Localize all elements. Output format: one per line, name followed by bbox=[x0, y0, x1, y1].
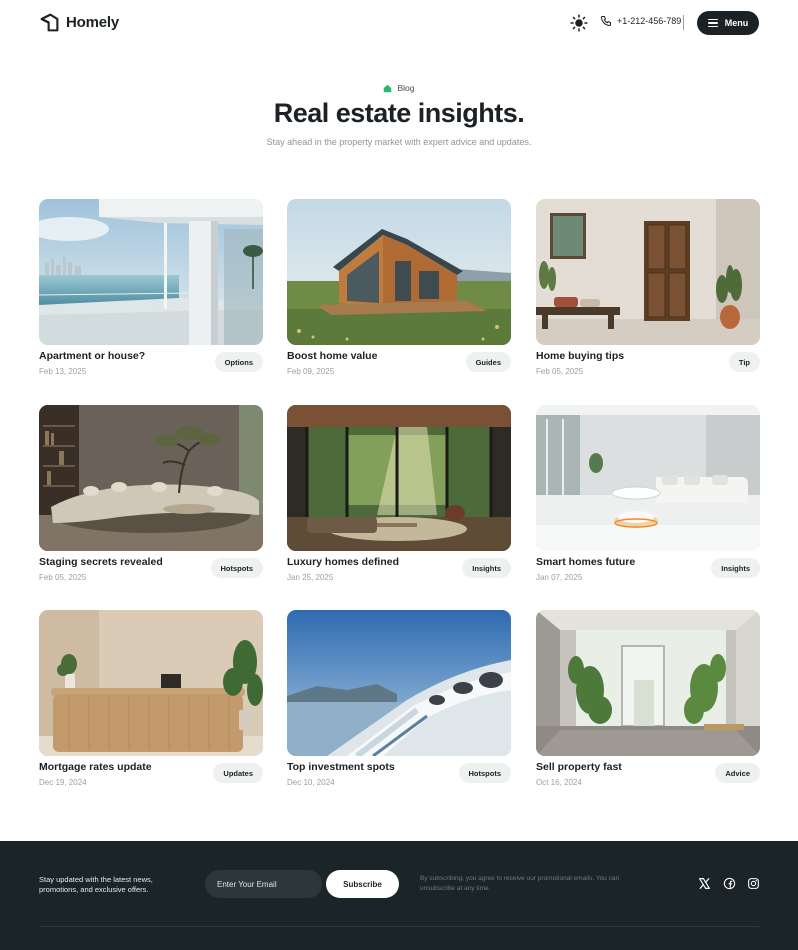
subscribe-note: By subscribing, you agree to receive our… bbox=[420, 875, 620, 892]
brand-logo[interactable]: Homely bbox=[39, 12, 119, 33]
card-title[interactable]: Mortgage rates update bbox=[39, 761, 152, 773]
card-title[interactable]: Sell property fast bbox=[536, 761, 622, 773]
blog-card[interactable]: Sell property fast Oct 16, 2024 Advice bbox=[536, 610, 760, 790]
blog-card[interactable]: Top investment spots Dec 10, 2024 Hotspo… bbox=[287, 610, 511, 790]
site-header: Homely +1-212-456-789 Menu bbox=[0, 0, 798, 46]
instagram-icon[interactable] bbox=[747, 877, 760, 890]
section-eyebrow: Blog bbox=[0, 83, 798, 93]
x-icon[interactable] bbox=[698, 877, 711, 890]
blog-card[interactable]: Smart homes future Jan 07, 2025 Insights bbox=[536, 405, 760, 585]
footer-divider bbox=[39, 926, 759, 927]
eyebrow-label: Blog bbox=[397, 83, 415, 93]
menu-button[interactable]: Menu bbox=[697, 11, 759, 35]
card-title[interactable]: Boost home value bbox=[287, 350, 377, 362]
blog-card[interactable]: Luxury homes defined Jan 25, 2025 Insigh… bbox=[287, 405, 511, 585]
card-tag[interactable]: Updates bbox=[213, 763, 263, 783]
card-tag[interactable]: Hotspots bbox=[458, 763, 511, 783]
card-tag[interactable]: Hotspots bbox=[210, 558, 263, 578]
card-tag[interactable]: Advice bbox=[715, 763, 760, 783]
blog-card[interactable]: Boost home value Feb 09, 2025 Guides bbox=[287, 199, 511, 379]
card-title[interactable]: Home buying tips bbox=[536, 350, 624, 362]
card-date: Jan 25, 2025 bbox=[287, 573, 334, 582]
site-footer: Stay updated with the latest news, promo… bbox=[0, 841, 798, 950]
card-image-living-room[interactable] bbox=[39, 405, 263, 551]
card-title[interactable]: Apartment or house? bbox=[39, 350, 145, 362]
card-image-entryway[interactable] bbox=[536, 199, 760, 345]
card-date: Oct 16, 2024 bbox=[536, 778, 582, 787]
card-title[interactable]: Smart homes future bbox=[536, 556, 635, 568]
blog-card[interactable]: Apartment or house? Feb 13, 2025 Options bbox=[39, 199, 263, 379]
card-tag[interactable]: Insights bbox=[462, 558, 511, 578]
email-input[interactable] bbox=[205, 870, 322, 898]
blog-card[interactable]: Staging secrets revealed Feb 05, 2025 Ho… bbox=[39, 405, 263, 585]
card-date: Feb 05, 2025 bbox=[536, 367, 584, 376]
card-title[interactable]: Luxury homes defined bbox=[287, 556, 399, 568]
house-logo-icon bbox=[40, 13, 59, 32]
card-image-smart-home[interactable] bbox=[536, 405, 760, 551]
blog-card[interactable]: Mortgage rates update Dec 19, 2024 Updat… bbox=[39, 610, 263, 790]
card-date: Jan 07, 2025 bbox=[536, 573, 583, 582]
card-tag[interactable]: Tip bbox=[728, 352, 760, 372]
header-divider bbox=[683, 15, 684, 30]
page-title: Real estate insights. bbox=[273, 98, 525, 128]
facebook-icon[interactable] bbox=[723, 877, 736, 890]
phone-icon bbox=[601, 16, 611, 26]
page-subtitle: Stay ahead in the property market with e… bbox=[266, 137, 532, 147]
card-image-office-desk[interactable] bbox=[39, 610, 263, 756]
hamburger-icon bbox=[707, 19, 718, 27]
card-title[interactable]: Staging secrets revealed bbox=[39, 556, 163, 568]
card-date: Feb 05, 2025 bbox=[39, 573, 87, 582]
newsletter-text: Stay updated with the latest news, promo… bbox=[39, 875, 153, 894]
blog-card[interactable]: Home buying tips Feb 05, 2025 Tip bbox=[536, 199, 760, 379]
card-image-apartment[interactable] bbox=[39, 199, 263, 345]
menu-label: Menu bbox=[724, 18, 749, 28]
subscribe-button[interactable]: Subscribe bbox=[326, 870, 399, 898]
phone-link[interactable]: +1-212-456-789 bbox=[600, 15, 681, 27]
card-date: Dec 19, 2024 bbox=[39, 778, 87, 787]
card-image-futuristic-building[interactable] bbox=[287, 610, 511, 756]
phone-number: +1-212-456-789 bbox=[617, 16, 682, 26]
card-image-atrium[interactable] bbox=[536, 610, 760, 756]
card-date: Dec 10, 2024 bbox=[287, 778, 335, 787]
card-image-luxury-home[interactable] bbox=[287, 405, 511, 551]
card-title[interactable]: Top investment spots bbox=[287, 761, 395, 773]
brand-name: Homely bbox=[66, 14, 119, 31]
card-date: Feb 09, 2025 bbox=[287, 367, 335, 376]
sun-icon[interactable] bbox=[570, 14, 588, 32]
card-date: Feb 13, 2025 bbox=[39, 367, 87, 376]
card-tag[interactable]: Insights bbox=[711, 558, 760, 578]
home-icon bbox=[384, 84, 392, 92]
card-tag[interactable]: Options bbox=[214, 352, 263, 372]
card-tag[interactable]: Guides bbox=[465, 352, 511, 372]
card-image-cabin[interactable] bbox=[287, 199, 511, 345]
